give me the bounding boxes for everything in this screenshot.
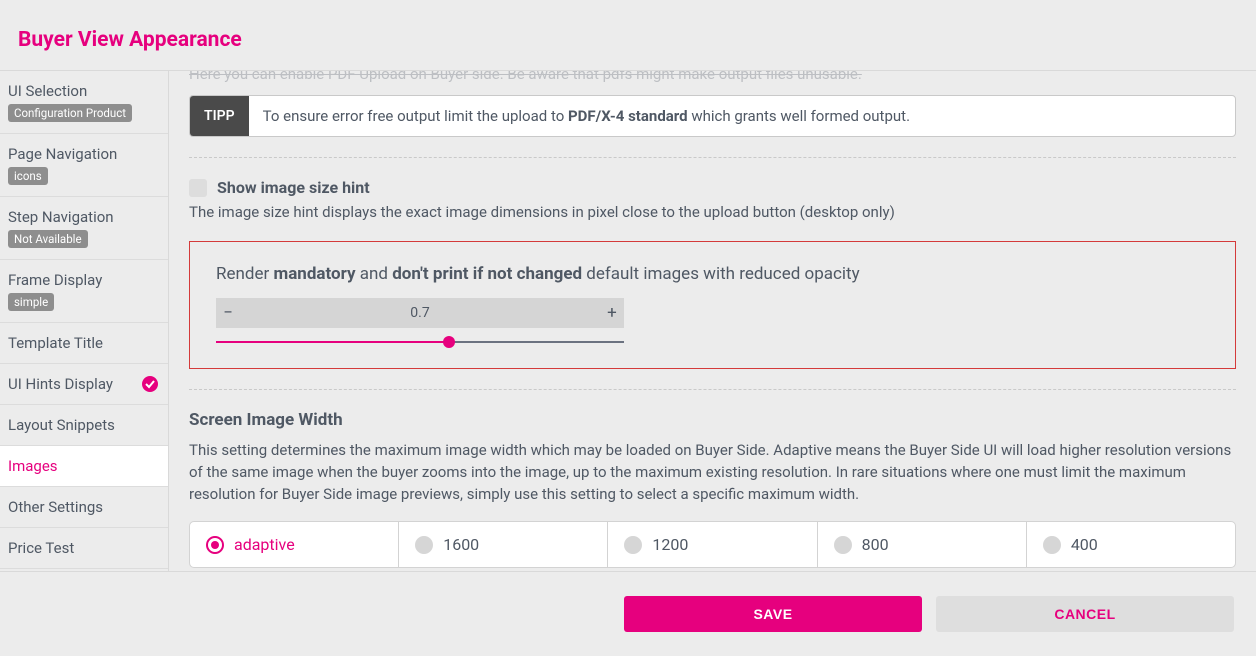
show-image-size-hint-label: Show image size hint: [217, 178, 370, 197]
check-icon: [142, 376, 158, 392]
opacity-slider[interactable]: [216, 334, 624, 350]
radio-icon: [206, 536, 224, 554]
sidebar-item-badge: Not Available: [8, 230, 88, 248]
sidebar-item-ui-selection[interactable]: UI Selection Configuration Product: [0, 71, 168, 134]
sidebar-item-label: UI Hints Display: [8, 375, 113, 393]
sidebar-item-label: Page Navigation: [8, 145, 117, 163]
t-b2: don't print if not changed: [392, 264, 582, 284]
sidebar-item-step-navigation[interactable]: Step Navigation Not Available: [0, 197, 168, 260]
tipp-text-before: To ensure error free output limit the up…: [263, 107, 568, 125]
tipp-text-after: which grants well formed output.: [688, 107, 910, 125]
save-button[interactable]: SAVE: [624, 596, 922, 632]
main-content: Here you can enable PDF Upload on Buyer …: [169, 71, 1256, 571]
sidebar-item-badge: icons: [8, 167, 48, 185]
t-pre: Render: [216, 264, 273, 284]
page-title: Buyer View Appearance: [0, 0, 1256, 71]
screen-width-option-adaptive[interactable]: adaptive: [190, 522, 399, 567]
sidebar-item-label: Price Test: [8, 539, 74, 557]
sidebar-item-other-settings[interactable]: Other Settings: [0, 487, 168, 528]
screen-image-width-radio-group: adaptive 1600 1200 800 400: [189, 521, 1236, 568]
radio-label: 1200: [652, 535, 688, 554]
sidebar-item-badge: simple: [8, 293, 54, 311]
divider: [189, 389, 1236, 390]
cutoff-description: Here you can enable PDF Upload on Buyer …: [189, 71, 1236, 83]
screen-width-option-800[interactable]: 800: [818, 522, 1027, 567]
opacity-decrease-button[interactable]: −: [216, 298, 240, 328]
radio-icon: [415, 536, 433, 554]
sidebar-item-label: Layout Snippets: [8, 416, 115, 434]
sidebar-item-label: UI Selection: [8, 82, 87, 100]
screen-width-option-400[interactable]: 400: [1027, 522, 1235, 567]
tipp-box: TIPP To ensure error free output limit t…: [189, 95, 1236, 137]
screen-image-width-heading: Screen Image Width: [189, 410, 1236, 430]
footer-bar: SAVE CANCEL: [0, 571, 1256, 656]
sidebar: UI Selection Configuration Product Page Na…: [0, 71, 169, 571]
sidebar-item-images[interactable]: Images: [0, 446, 168, 487]
t-post: default images with reduced opacity: [582, 264, 860, 284]
screen-image-width-help: This setting determines the maximum imag…: [189, 440, 1236, 505]
sidebar-item-ui-hints-display[interactable]: UI Hints Display: [0, 364, 168, 405]
tipp-text-bold: PDF/X-4 standard: [568, 107, 688, 125]
sidebar-item-frame-display[interactable]: Frame Display simple: [0, 260, 168, 323]
divider: [189, 157, 1236, 158]
radio-label: 800: [862, 535, 889, 554]
radio-label: 1600: [443, 535, 479, 554]
show-image-size-hint-help: The image size hint displays the exact i…: [189, 203, 1236, 221]
sidebar-item-label: Template Title: [8, 334, 103, 352]
sidebar-item-template-title[interactable]: Template Title: [0, 323, 168, 364]
sidebar-item-badge: Configuration Product: [8, 104, 132, 122]
screen-width-option-1200[interactable]: 1200: [608, 522, 817, 567]
opacity-setting-title: Render mandatory and don't print if not …: [216, 264, 1209, 284]
opacity-stepper: − 0.7 +: [216, 298, 624, 328]
slider-fill: [216, 341, 449, 343]
screen-width-option-1600[interactable]: 1600: [399, 522, 608, 567]
sidebar-item-price-test[interactable]: Price Test: [0, 528, 168, 569]
radio-icon: [624, 536, 642, 554]
cancel-button[interactable]: CANCEL: [936, 596, 1234, 632]
sidebar-item-label: Step Navigation: [8, 208, 114, 226]
opacity-increase-button[interactable]: +: [600, 298, 624, 328]
sidebar-item-label: Images: [8, 457, 58, 475]
radio-icon: [834, 536, 852, 554]
sidebar-item-label: Other Settings: [8, 498, 103, 516]
t-b1: mandatory: [273, 264, 355, 284]
opacity-value[interactable]: 0.7: [240, 305, 600, 321]
radio-label: 400: [1071, 535, 1098, 554]
tipp-label: TIPP: [190, 96, 249, 136]
show-image-size-hint-checkbox[interactable]: [189, 179, 207, 197]
t-mid: and: [356, 264, 393, 284]
slider-thumb[interactable]: [443, 336, 455, 348]
radio-label: adaptive: [234, 535, 295, 554]
sidebar-item-layout-snippets[interactable]: Layout Snippets: [0, 405, 168, 446]
opacity-setting-box: Render mandatory and don't print if not …: [189, 241, 1236, 369]
show-image-size-hint-row[interactable]: Show image size hint: [189, 178, 1236, 197]
sidebar-item-label: Frame Display: [8, 271, 102, 289]
radio-icon: [1043, 536, 1061, 554]
sidebar-item-page-navigation[interactable]: Page Navigation icons: [0, 134, 168, 197]
tipp-text: To ensure error free output limit the up…: [249, 96, 924, 136]
